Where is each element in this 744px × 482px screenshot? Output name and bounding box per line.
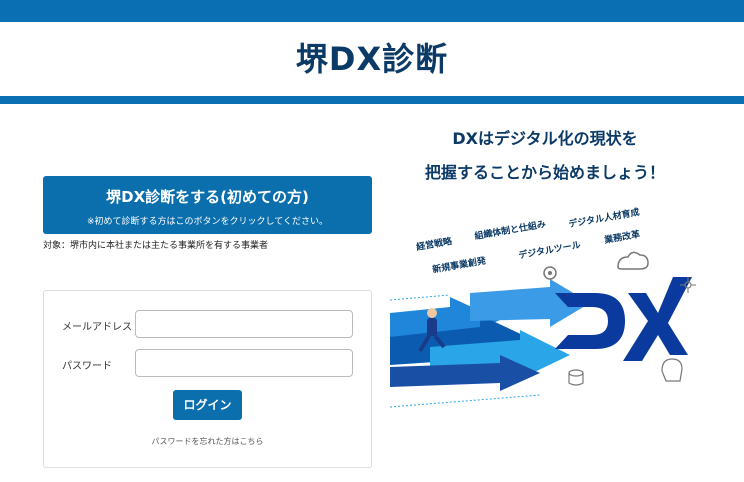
start-diagnosis-button[interactable]: 堺DX診断をする(初めての方) ※初めて診断する方はこのボタンをクリックしてくだ… xyxy=(43,176,372,234)
database-icon xyxy=(568,369,584,386)
header-divider xyxy=(0,96,744,104)
page-title: 堺DX診断 xyxy=(295,40,449,78)
dx-logo xyxy=(555,277,692,361)
dx-arrows-graphic xyxy=(390,251,696,408)
top-bar xyxy=(0,0,744,22)
cloud-icon xyxy=(617,251,649,270)
promo-illustration: DXはデジタル化の現状を 把握することから始めましょう！ 経営戦略 組織体制と仕… xyxy=(390,115,710,415)
password-label: パスワード xyxy=(62,361,112,372)
ai-head-icon xyxy=(661,358,683,382)
gear-icon xyxy=(543,266,557,280)
email-label: メールアドレス xyxy=(62,322,132,333)
target-note: 対象：堺市内に本社または主たる事業所を有する事業者 xyxy=(43,241,269,251)
login-form: メールアドレス パスワード ログイン パスワードを忘れた方はこちら xyxy=(43,290,372,468)
forgot-password-link[interactable]: パスワードを忘れた方はこちら xyxy=(44,436,371,447)
start-diagnosis-label: 堺DX診断をする(初めての方) xyxy=(106,188,309,206)
email-field[interactable] xyxy=(135,310,353,338)
login-button[interactable]: ログイン xyxy=(173,390,242,420)
start-diagnosis-note: ※初めて診断する方はこのボタンをクリックしてください。 xyxy=(86,217,328,227)
header: 堺DX診断 xyxy=(0,22,744,96)
password-field[interactable] xyxy=(135,349,353,377)
